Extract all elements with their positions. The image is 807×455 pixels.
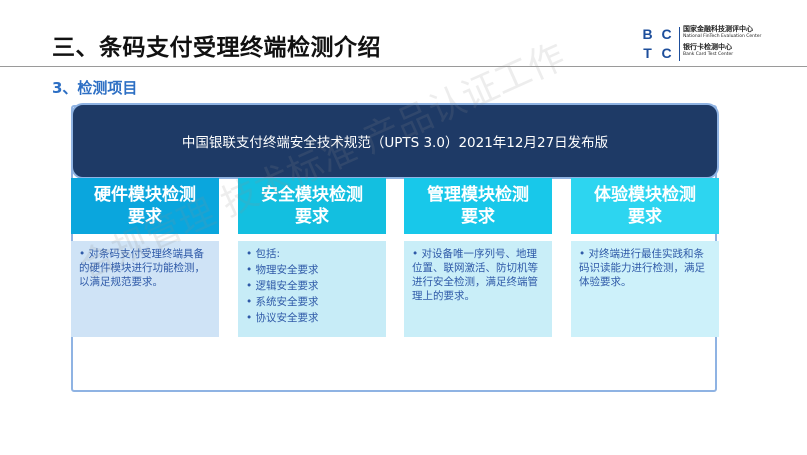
- experience-module-title: 体验模块检测: [594, 185, 696, 205]
- logo-letter: C: [661, 25, 672, 42]
- management-module-header: 管理模块检测 要求: [404, 178, 552, 234]
- security-requirement-list: • 物理安全要求 • 逻辑安全要求 • 系统安全要求 • 协议安全要求: [246, 263, 378, 325]
- list-item: • 系统安全要求: [246, 296, 319, 308]
- logo-center-cn: 银行卡检测中心: [683, 43, 732, 51]
- management-module-body: • 对设备唯一序列号、地理位置、联网激活、防切机等进行安全检测，满足终端管理上的…: [404, 241, 552, 337]
- logo-center-en: Bank Card Test Center: [683, 52, 734, 57]
- security-item-logical: 逻辑安全要求: [255, 280, 319, 292]
- bctc-logo-mark: B C T C: [639, 25, 675, 61]
- logo-letter: B: [642, 25, 653, 42]
- experience-module-description: • 对终端进行最佳实践和条码识读能力进行检测，满足体验要求。: [579, 248, 705, 288]
- section-heading: 3、检测项目: [52, 79, 138, 97]
- list-item: • 物理安全要求: [246, 264, 319, 276]
- security-module-body: • 包括: • 物理安全要求 • 逻辑安全要求 • 系统安全要求 • 协议安全要…: [238, 241, 386, 337]
- logo-letter: T: [643, 44, 652, 61]
- security-item-physical: 物理安全要求: [255, 264, 319, 276]
- security-module-intro: • 包括:: [246, 248, 281, 260]
- hardware-module-description: • 对条码支付受理终端具备的硬件模块进行功能检测，以满足规范要求。: [79, 248, 205, 288]
- logo-org-en: National FinTech Evaluation Center: [683, 34, 762, 39]
- hardware-module-header: 硬件模块检测 要求: [71, 178, 219, 234]
- hardware-module-body: • 对条码支付受理终端具备的硬件模块进行功能检测，以满足规范要求。: [71, 241, 219, 337]
- logo-divider: [679, 27, 680, 61]
- security-item-system: 系统安全要求: [255, 296, 319, 308]
- spec-banner-text: 中国银联支付终端安全技术规范（UPTS 3.0）2021年12月27日发布版: [181, 135, 609, 151]
- management-module-title: 管理模块检测: [427, 185, 529, 205]
- list-item: • 协议安全要求: [246, 312, 319, 324]
- experience-module-header: 体验模块检测 要求: [571, 178, 719, 234]
- security-module-header: 安全模块检测 要求: [238, 178, 386, 234]
- logo-text: 国家金融科技测评中心 National FinTech Evaluation C…: [683, 25, 761, 58]
- hardware-module-title: 硬件模块检测: [94, 185, 196, 205]
- security-module-subtitle: 要求: [295, 207, 329, 227]
- management-module-subtitle: 要求: [461, 207, 495, 227]
- spec-banner: 中国银联支付终端安全技术规范（UPTS 3.0）2021年12月27日发布版: [71, 103, 719, 179]
- security-module-title: 安全模块检测: [261, 185, 363, 205]
- logo-letter: C: [661, 44, 672, 61]
- security-item-protocol: 协议安全要求: [255, 312, 319, 324]
- list-item: • 逻辑安全要求: [246, 280, 319, 292]
- experience-module-body: • 对终端进行最佳实践和条码识读能力进行检测，满足体验要求。: [571, 241, 719, 337]
- title-divider: [0, 66, 807, 67]
- logo-org-cn: 国家金融科技测评中心: [683, 25, 753, 33]
- slide-title: 三、条码支付受理终端检测介绍: [52, 35, 381, 61]
- management-module-description: • 对设备唯一序列号、地理位置、联网激活、防切机等进行安全检测，满足终端管理上的…: [412, 248, 538, 302]
- bctc-logo: B C T C 国家金融科技测评中心 National FinTech Eval…: [639, 25, 804, 63]
- hardware-module-subtitle: 要求: [128, 207, 162, 227]
- experience-module-subtitle: 要求: [628, 207, 662, 227]
